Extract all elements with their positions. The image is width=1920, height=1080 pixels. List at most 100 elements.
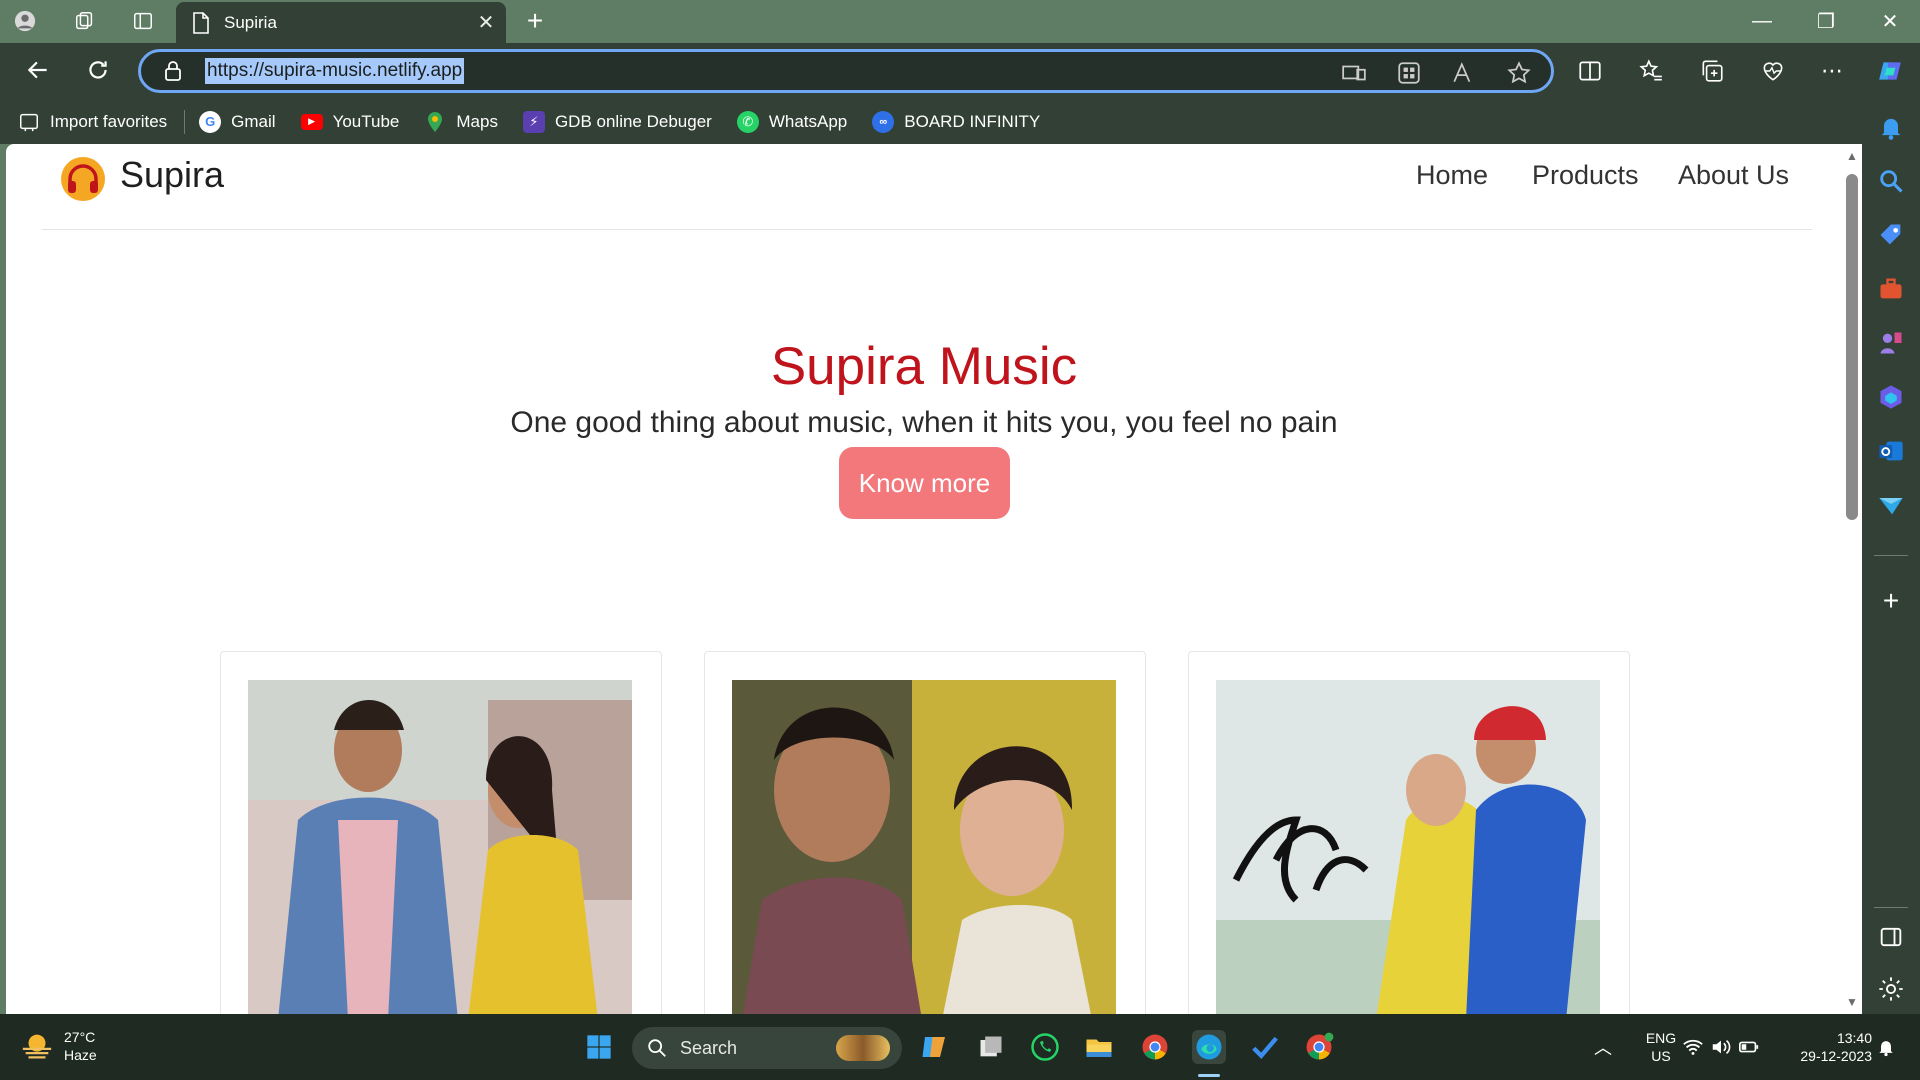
gdb-icon: ⚡ [522, 110, 545, 133]
favorite-star-icon[interactable] [1506, 60, 1532, 86]
workspaces-icon[interactable] [70, 6, 100, 36]
split-screen-icon[interactable] [1574, 55, 1606, 87]
edge-taskbar-icon[interactable] [1192, 1030, 1226, 1064]
product-card[interactable] [704, 651, 1146, 1014]
nav-products[interactable]: Products [1532, 160, 1639, 191]
lock-icon[interactable] [161, 59, 185, 83]
site-navbar: Supira Home Products About Us [42, 144, 1812, 230]
notification-bell-icon[interactable] [1877, 113, 1905, 141]
language-code: ENG [1645, 1030, 1677, 1046]
favorite-maps[interactable]: Maps [424, 111, 498, 133]
edge-sidebar: + [1862, 99, 1920, 1014]
tools-briefcase-icon[interactable] [1877, 275, 1905, 303]
product-card[interactable] [220, 651, 662, 1014]
favorites-separator [184, 109, 186, 134]
favorites-bar: Import favorites G Gmail ▶ YouTube Maps … [0, 99, 1920, 144]
nav-home[interactable]: Home [1416, 160, 1488, 191]
scroll-up-arrow-icon[interactable]: ▲ [1846, 150, 1858, 162]
battery-icon[interactable] [1736, 1030, 1762, 1064]
taskbar-search[interactable]: Search [632, 1027, 902, 1069]
back-button[interactable] [18, 50, 58, 90]
active-tab[interactable]: Supiria ✕ [176, 2, 506, 43]
favorites-icon[interactable] [1635, 55, 1667, 87]
outlook-icon[interactable] [1877, 437, 1905, 465]
shopping-tag-icon[interactable] [1877, 221, 1905, 249]
games-icon[interactable] [1877, 329, 1905, 357]
browser-title-bar: Supiria ✕ + — ❐ ✕ [0, 0, 1920, 43]
maps-icon [424, 111, 446, 133]
show-hidden-icons-chevron-icon[interactable]: ︿ [1586, 1030, 1620, 1064]
product-card-image[interactable] [732, 680, 1116, 1014]
active-app-indicator [1198, 1074, 1220, 1077]
product-card-image[interactable] [1216, 680, 1600, 1014]
tab-title: Supiria [224, 12, 277, 32]
scroll-down-arrow-icon[interactable]: ▼ [1846, 996, 1858, 1008]
product-card[interactable] [1188, 651, 1630, 1014]
minimize-button[interactable]: — [1732, 0, 1792, 43]
vertical-tabs-icon[interactable] [128, 6, 158, 36]
haze-sun-icon [22, 1034, 52, 1059]
wifi-icon[interactable] [1680, 1030, 1706, 1064]
windows-start-icon[interactable] [582, 1030, 616, 1064]
refresh-button[interactable] [78, 50, 118, 90]
clock-time: 13:40 [1836, 1030, 1872, 1046]
whatsapp-taskbar-icon[interactable] [1028, 1030, 1062, 1064]
favorite-youtube[interactable]: ▶ YouTube [300, 112, 399, 132]
address-bar[interactable]: https://supira-music.netlify.app [138, 49, 1554, 93]
copilot-icon[interactable] [1874, 55, 1906, 87]
headphones-logo-icon[interactable] [60, 156, 106, 202]
windows-taskbar: 27°C Haze Search ︿ ENG US 13:40 29-12-20… [0, 1014, 1920, 1080]
youtube-icon: ▶ [300, 113, 323, 130]
restore-button[interactable]: ❐ [1796, 0, 1856, 43]
hero-title: Supira Music [770, 337, 1078, 396]
volume-icon[interactable] [1708, 1030, 1734, 1064]
copilot-preview-taskbar-icon[interactable] [918, 1030, 952, 1064]
weather-widget[interactable]: 27°C Haze [20, 1028, 97, 1064]
product-card-image[interactable] [248, 680, 632, 1014]
app-available-icon[interactable] [1341, 60, 1367, 86]
language-indicator[interactable]: ENG US [1636, 1029, 1686, 1065]
site-brand[interactable]: Supira [120, 154, 224, 196]
sidebar-settings-gear-icon[interactable] [1877, 975, 1905, 1003]
close-tab-icon[interactable]: ✕ [466, 10, 506, 35]
add-sidebar-app-icon[interactable]: + [1877, 587, 1905, 615]
favorite-gmail[interactable]: G Gmail [199, 110, 276, 133]
google-icon: G [199, 110, 222, 133]
url-text[interactable]: https://supira-music.netlify.app [205, 58, 465, 84]
sidebar-divider-bottom [1874, 907, 1908, 908]
favorite-board-infinity[interactable]: ∞ BOARD INFINITY [872, 110, 1040, 133]
microsoft-365-icon[interactable] [1877, 383, 1905, 411]
know-more-button[interactable]: Know more [839, 447, 1010, 519]
profile-avatar-icon[interactable] [10, 6, 40, 36]
browser-essentials-icon[interactable] [1757, 55, 1789, 87]
immersive-reader-icon[interactable] [1396, 60, 1422, 86]
scroll-thumb[interactable] [1846, 174, 1858, 520]
clock-date: 29-12-2023 [1800, 1048, 1872, 1064]
whatsapp-icon: ✆ [736, 110, 759, 133]
close-window-button[interactable]: ✕ [1860, 0, 1920, 43]
weather-description: Haze [64, 1047, 97, 1063]
more-menu-icon[interactable]: ⋯ [1816, 55, 1848, 87]
read-aloud-icon[interactable] [1451, 60, 1477, 86]
collections-icon[interactable] [1696, 55, 1728, 87]
page-scrollbar[interactable]: ▲ ▼ [1842, 144, 1862, 1014]
language-region: US [1651, 1048, 1671, 1064]
favorite-import[interactable]: Import favorites [18, 111, 167, 133]
favorite-gdb[interactable]: ⚡ GDB online Debuger [522, 110, 712, 133]
new-tab-button[interactable]: + [518, 6, 552, 38]
search-highlight-icon [836, 1035, 890, 1061]
chrome-icon[interactable] [1138, 1030, 1172, 1064]
favorite-whatsapp[interactable]: ✆ WhatsApp [736, 110, 847, 133]
hide-sidebar-icon[interactable] [1877, 923, 1905, 951]
chrome-profile-icon[interactable] [1302, 1030, 1336, 1064]
clock[interactable]: 13:40 29-12-2023 [1780, 1029, 1872, 1065]
task-view-icon[interactable] [974, 1030, 1008, 1064]
send-icon[interactable] [1877, 491, 1905, 519]
nav-about-us[interactable]: About Us [1678, 160, 1789, 191]
page-viewport: Supira Home Products About Us Supira Mus… [6, 144, 1862, 1014]
todo-checkmark-icon[interactable] [1248, 1030, 1282, 1064]
search-icon[interactable] [1877, 167, 1905, 195]
notification-center-icon[interactable] [1872, 1030, 1900, 1064]
board-infinity-icon: ∞ [872, 110, 895, 133]
file-explorer-icon[interactable] [1082, 1030, 1116, 1064]
